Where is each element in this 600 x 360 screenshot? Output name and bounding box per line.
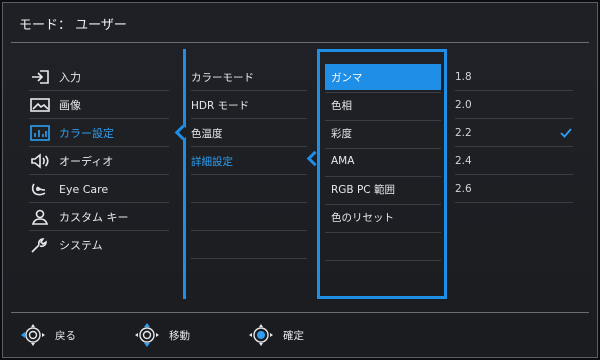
joystick-press-icon <box>249 324 273 346</box>
gamma-option[interactable]: 2.0 <box>455 91 573 119</box>
bottom-divider <box>11 312 589 313</box>
menu-item-label: オーディオ <box>59 155 114 168</box>
option-gamma[interactable]: ガンマ <box>325 64 441 90</box>
submenu-item-color-temp[interactable]: 色温度 <box>191 119 307 147</box>
option-rgb-pc-range[interactable]: RGB PC 範囲 <box>325 176 441 202</box>
mode-title: モード： ユーザー <box>19 18 127 33</box>
gamma-value: 2.0 <box>455 99 472 111</box>
menu-item-color-settings[interactable]: カラー設定 <box>29 119 169 147</box>
footer-confirm-label: 確定 <box>283 329 304 342</box>
option-color-reset[interactable]: 色のリセット <box>325 204 441 230</box>
gamma-values: 1.8 2.0 2.2 2.4 2.6 <box>455 63 573 203</box>
option-ama[interactable]: AMA <box>325 148 441 174</box>
row-divider <box>191 202 307 203</box>
title-bar: モード： ユーザー <box>3 3 597 41</box>
option-saturation[interactable]: 彩度 <box>325 120 441 146</box>
footer-move[interactable]: 移動 <box>133 317 190 353</box>
osd-panel: モード： ユーザー 入力 画像 カラー設定 オーディオ Eye Care カスタ… <box>2 2 598 358</box>
row-divider <box>29 202 169 203</box>
gamma-option[interactable]: 2.6 <box>455 175 573 203</box>
row-divider <box>191 90 307 91</box>
submenu-empty-row <box>191 231 307 259</box>
wrench-icon <box>29 236 51 254</box>
row-divider <box>29 230 169 231</box>
row-divider <box>325 232 441 233</box>
row-divider <box>191 258 307 259</box>
menu-item-input[interactable]: 入力 <box>29 63 169 91</box>
speaker-icon <box>29 152 51 170</box>
picture-icon <box>29 96 51 114</box>
footer-move-label: 移動 <box>169 329 190 342</box>
footer-back-label: 戻る <box>55 329 76 342</box>
gamma-option-selected[interactable]: 2.2 <box>455 119 573 147</box>
input-icon <box>29 68 51 86</box>
row-divider <box>191 230 307 231</box>
menu-item-custom-key[interactable]: カスタム キー <box>29 203 169 231</box>
menu-item-eye-care[interactable]: Eye Care <box>29 175 169 203</box>
row-divider <box>455 118 573 119</box>
gamma-option[interactable]: 2.4 <box>455 147 573 175</box>
menu-item-audio[interactable]: オーディオ <box>29 147 169 175</box>
gamma-value: 2.4 <box>455 155 472 167</box>
color-settings-icon <box>29 124 51 142</box>
advanced-menu-box: ガンマ 色相 彩度 AMA RGB PC 範囲 色のリセット <box>317 49 447 299</box>
menu-item-label: 入力 <box>59 71 81 84</box>
submenu-item-hdr-mode[interactable]: HDR モード <box>191 91 307 119</box>
joystick-updown-icon <box>135 323 159 347</box>
row-divider <box>455 90 573 91</box>
menu-item-label: Eye Care <box>59 182 109 196</box>
top-divider <box>11 42 589 43</box>
menu-item-label: カスタム キー <box>59 211 129 224</box>
gamma-option[interactable]: 1.8 <box>455 63 573 91</box>
gamma-value: 2.6 <box>455 183 472 195</box>
column-divider <box>183 49 186 299</box>
row-divider <box>29 90 169 91</box>
row-divider <box>455 174 573 175</box>
row-divider <box>29 146 169 147</box>
footer-confirm[interactable]: 確定 <box>247 317 304 353</box>
gamma-value: 2.2 <box>455 127 472 139</box>
menu-item-picture[interactable]: 画像 <box>29 91 169 119</box>
submenu-empty-row <box>191 203 307 231</box>
row-divider <box>455 202 573 203</box>
row-divider <box>29 118 169 119</box>
eye-care-icon <box>29 180 51 198</box>
row-divider <box>191 146 307 147</box>
row-divider <box>455 146 573 147</box>
menu-item-label: システム <box>59 239 103 252</box>
submenu-item-advanced[interactable]: 詳細設定 <box>191 147 307 175</box>
footer-back[interactable]: 戻る <box>19 317 76 353</box>
menu-item-label: 画像 <box>59 99 81 112</box>
submenu-empty-row <box>191 175 307 203</box>
menu-item-label: カラー設定 <box>59 127 114 140</box>
joystick-left-icon <box>21 324 45 346</box>
gamma-value: 1.8 <box>455 71 472 83</box>
row-divider <box>325 260 441 261</box>
row-divider <box>191 174 307 175</box>
checkmark-icon <box>560 128 572 138</box>
submenu-item-color-mode[interactable]: カラーモード <box>191 63 307 91</box>
selection-pointer <box>174 124 191 141</box>
row-divider <box>29 174 169 175</box>
person-icon <box>29 208 51 226</box>
row-divider <box>191 118 307 119</box>
option-hue[interactable]: 色相 <box>325 92 441 118</box>
menu-item-system[interactable]: システム <box>29 231 169 259</box>
